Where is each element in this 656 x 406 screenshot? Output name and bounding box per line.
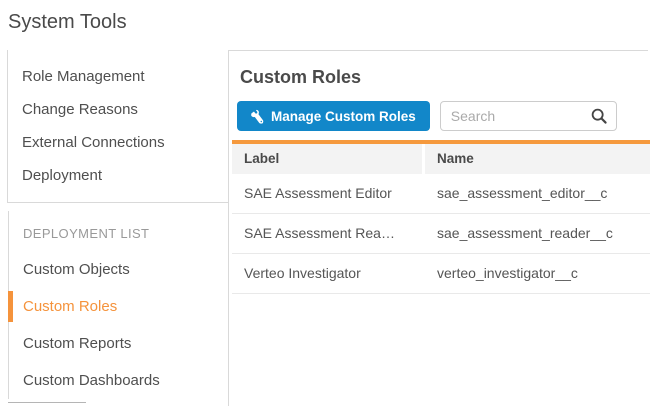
sidebar: Role Management Change Reasons External … [8, 50, 229, 406]
sidebar-group-deployment-list: DEPLOYMENT LIST Custom Objects Custom Ro… [8, 211, 228, 399]
sidebar-item-external-connections[interactable]: External Connections [8, 126, 228, 159]
page-title: System Tools [8, 11, 127, 34]
cell-name: sae_assessment_editor__c [425, 174, 650, 213]
manage-custom-roles-button[interactable]: Manage Custom Roles [237, 101, 430, 131]
table-header-row: Label Name [232, 144, 650, 174]
panel-title: Custom Roles [240, 67, 650, 88]
search-box [440, 101, 617, 131]
column-header-name[interactable]: Name [425, 144, 650, 174]
cell-name: sae_assessment_reader__c [425, 214, 650, 253]
manage-button-label: Manage Custom Roles [271, 109, 416, 124]
table-row[interactable]: SAE Assessment Editor sae_assessment_edi… [232, 174, 650, 214]
cell-label: SAE Assessment Editor [232, 174, 425, 213]
sidebar-item-role-management[interactable]: Role Management [8, 60, 228, 93]
wrench-icon [251, 110, 264, 123]
table-row[interactable]: SAE Assessment Rea… sae_assessment_reade… [232, 214, 650, 254]
cell-label: Verteo Investigator [232, 254, 425, 293]
toolbar: Manage Custom Roles [237, 101, 650, 131]
column-header-label[interactable]: Label [232, 144, 422, 174]
system-tools-page: System Tools Role Management Change Reas… [0, 0, 656, 406]
sidebar-item-custom-dashboards[interactable]: Custom Dashboards [9, 362, 228, 399]
cell-name: verteo_investigator__c [425, 254, 650, 293]
sidebar-item-custom-objects[interactable]: Custom Objects [9, 251, 228, 288]
main-panel: Custom Roles Manage Custom Roles [230, 50, 650, 406]
table-row[interactable]: Verteo Investigator verteo_investigator_… [232, 254, 650, 294]
selected-indicator-bar [8, 291, 13, 322]
sidebar-item-change-reasons[interactable]: Change Reasons [8, 93, 228, 126]
sidebar-group-general: Role Management Change Reasons External … [7, 50, 228, 203]
sidebar-item-deployment[interactable]: Deployment [8, 159, 228, 192]
sidebar-item-custom-reports[interactable]: Custom Reports [9, 325, 228, 362]
sidebar-bottom-edge [8, 402, 86, 403]
sidebar-item-custom-roles[interactable]: Custom Roles [9, 288, 228, 325]
magnifier-icon[interactable] [590, 107, 608, 125]
sidebar-item-label: Custom Roles [23, 298, 117, 315]
cell-label: SAE Assessment Rea… [232, 214, 425, 253]
custom-roles-table: Label Name SAE Assessment Editor sae_ass… [232, 144, 650, 294]
sidebar-group-header: DEPLOYMENT LIST [9, 217, 228, 251]
